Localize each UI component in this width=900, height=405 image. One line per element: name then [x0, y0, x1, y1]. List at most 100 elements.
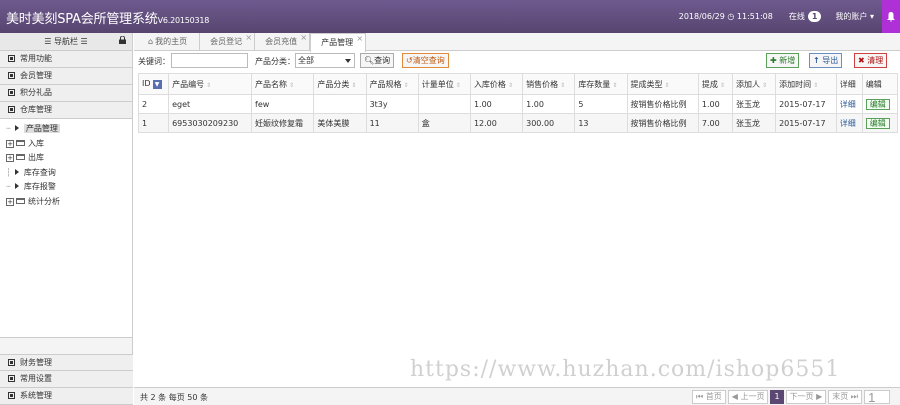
cell-sale-price: 1.00	[522, 94, 576, 114]
tree-item-product-management[interactable]: ┄ 产品管理	[6, 122, 132, 137]
watermark: https://www.huzhan.com/ishop6551	[410, 357, 841, 382]
edit-button[interactable]: 编辑	[865, 117, 890, 129]
sidebar-item-finance[interactable]: 财务管理	[0, 354, 133, 371]
plus-box-icon: +	[6, 139, 14, 148]
online-status[interactable]: 在线 1	[789, 11, 822, 22]
bell-icon[interactable]	[882, 0, 900, 33]
tree-item-stock-query[interactable]: ┆ 库存查询	[6, 166, 132, 181]
column-header-stock[interactable]: 库存数量 ⇕	[574, 73, 628, 95]
category-select[interactable]: 全部	[295, 53, 355, 68]
tree-item-stock-out[interactable]: + 出库	[6, 151, 132, 166]
lock-icon[interactable]	[119, 33, 126, 51]
page-number-input[interactable]	[864, 390, 890, 404]
column-header-name[interactable]: 产品名称 ⇕	[251, 73, 315, 95]
sidebar-item-system[interactable]: 系统管理	[0, 388, 133, 405]
sidebar-item-label: 积分礼品	[20, 88, 52, 97]
detail-link[interactable]: 详细	[840, 119, 856, 128]
sidebar-item-points[interactable]: 积分礼品	[0, 85, 132, 102]
column-header-code[interactable]: 产品编号 ⇕	[168, 73, 253, 95]
cleanup-button-label: 清理	[867, 56, 884, 65]
tree-item-stock-alarm[interactable]: ┄ 库存报警	[6, 180, 132, 195]
sidebar-item-warehouse[interactable]: 仓库管理	[0, 102, 132, 119]
clear-query-button[interactable]: ↺清空查询	[402, 53, 449, 68]
column-header-id[interactable]: ID ▼	[137, 73, 170, 95]
prev-page-button[interactable]: ◀ 上一页	[727, 390, 769, 404]
sort-icon: ⇕	[612, 81, 618, 89]
chevron-down-icon	[345, 59, 351, 63]
tab-label: 会员登记	[210, 37, 243, 46]
column-label: 产品规格	[369, 79, 402, 89]
query-button[interactable]: 🔍︎查询	[360, 53, 395, 68]
tab-product-management[interactable]: 产品管理 ×	[310, 30, 367, 52]
tab-member-register[interactable]: 会员登记 ×	[200, 33, 256, 51]
column-header-edit: 编辑	[861, 73, 899, 95]
tab-home[interactable]: ⌂ 我的主页	[138, 33, 201, 51]
sort-icon: ⇕	[206, 81, 212, 89]
column-header-added-time[interactable]: 添加时间 ⇕	[775, 73, 837, 95]
query-button-label: 查询	[374, 56, 391, 65]
first-page-button[interactable]: ⏮ 首页	[692, 390, 726, 404]
sidebar-item-settings[interactable]: 常用设置	[0, 371, 133, 388]
sidebar-item-members[interactable]: 会员管理	[0, 68, 132, 85]
tree-item-label: 库存报警	[23, 182, 56, 191]
warehouse-tree: ┄ 产品管理 + 入库 + 出库 ┆ 库存查询 ┄ 库存报警 + 统计分析	[0, 119, 132, 338]
column-header-spec[interactable]: 产品规格 ⇕	[365, 73, 419, 95]
cell-commission-type: 按销售价格比例	[626, 113, 699, 133]
sidebar-item-label: 会员管理	[20, 71, 52, 80]
cell-edit: 编辑	[861, 113, 899, 133]
close-icon[interactable]: ×	[356, 30, 363, 47]
close-icon[interactable]: ×	[245, 29, 252, 46]
expand-icon	[8, 72, 15, 79]
column-header-sale-price[interactable]: 销售价格 ⇕	[522, 73, 576, 95]
current-page-button[interactable]: 1	[770, 390, 784, 404]
cell-category: 美体美膜	[313, 113, 367, 133]
table-row[interactable]: 2 eget few 3t3y 1.00 1.00 5 按销售价格比例 1.00…	[137, 94, 899, 114]
cleanup-button[interactable]: ✖ 清理	[854, 53, 888, 68]
column-header-commission[interactable]: 提成 ⇕	[697, 73, 733, 95]
clear-query-label: 清空查询	[412, 56, 445, 65]
refresh-icon: ↺	[406, 56, 413, 65]
column-header-in-price[interactable]: 入库价格 ⇕	[469, 73, 524, 95]
table-row[interactable]: 1 6953030209230 妊娠纹修复霜 美体美膜 11 盒 12.00 3…	[137, 113, 899, 133]
export-button[interactable]: ↑ 导出	[809, 53, 843, 68]
caret-right-icon	[14, 168, 19, 175]
cell-name: 妊娠纹修复霜	[251, 113, 315, 133]
account-menu[interactable]: 我的账户 ▾	[835, 11, 874, 22]
tab-label: 我的主页	[155, 37, 188, 46]
cell-edit: 编辑	[861, 94, 899, 114]
tab-member-recharge[interactable]: 会员充值 ×	[255, 33, 311, 51]
column-header-unit[interactable]: 计量单位 ⇕	[417, 73, 471, 95]
cell-added-time: 2015-07-17	[775, 113, 837, 133]
column-header-commission-type[interactable]: 提成类型 ⇕	[626, 73, 699, 95]
sidebar-item-label: 财务管理	[20, 358, 52, 367]
cell-id: 1	[137, 113, 170, 133]
sidebar-item-common[interactable]: 常用功能	[0, 51, 132, 68]
column-label: 入库价格	[473, 79, 506, 89]
sort-icon: ⇕	[403, 81, 409, 89]
cell-in-price: 12.00	[469, 113, 524, 133]
column-header-added-by[interactable]: 添加人 ⇕	[731, 73, 777, 95]
search-icon: 🔍︎	[364, 56, 375, 65]
tab-bar: ⌂ 我的主页 会员登记 × 会员充值 × 产品管理 ×	[134, 30, 900, 52]
last-page-button[interactable]: 末页 ⏭	[828, 390, 862, 404]
keyword-input[interactable]	[171, 53, 248, 68]
sort-desc-icon: ▼	[152, 80, 162, 89]
arrow-up-icon: ↑	[813, 56, 820, 65]
detail-link[interactable]: 详细	[840, 100, 856, 109]
close-icon[interactable]: ×	[300, 29, 307, 46]
tree-item-stock-in[interactable]: + 入库	[6, 137, 132, 152]
tree-item-label: 出库	[28, 153, 44, 162]
tree-item-statistics[interactable]: + 统计分析	[6, 195, 132, 210]
toolbar: 关键词： 产品分类： 全部 🔍︎查询 ↺清空查询 ✚ 新增 ↑ 导出 ✖ 清理	[134, 51, 900, 71]
next-page-button[interactable]: 下一页 ▶	[785, 390, 827, 404]
add-button[interactable]: ✚ 新增	[766, 53, 800, 68]
sort-icon: ⇕	[455, 81, 461, 89]
cell-sale-price: 300.00	[522, 113, 576, 133]
cell-added-time: 2015-07-17	[775, 94, 837, 114]
column-label: 产品名称	[255, 79, 288, 89]
column-header-category[interactable]: 产品分类 ⇕	[313, 73, 367, 95]
folder-icon	[16, 154, 25, 160]
sort-icon: ⇕	[560, 81, 566, 89]
edit-button[interactable]: 编辑	[865, 98, 890, 110]
product-table: ID ▼ 产品编号 ⇕ 产品名称 ⇕ 产品分类 ⇕ 产品规格 ⇕ 计量单位 ⇕ 入库价格 ⇕ …	[137, 73, 899, 133]
